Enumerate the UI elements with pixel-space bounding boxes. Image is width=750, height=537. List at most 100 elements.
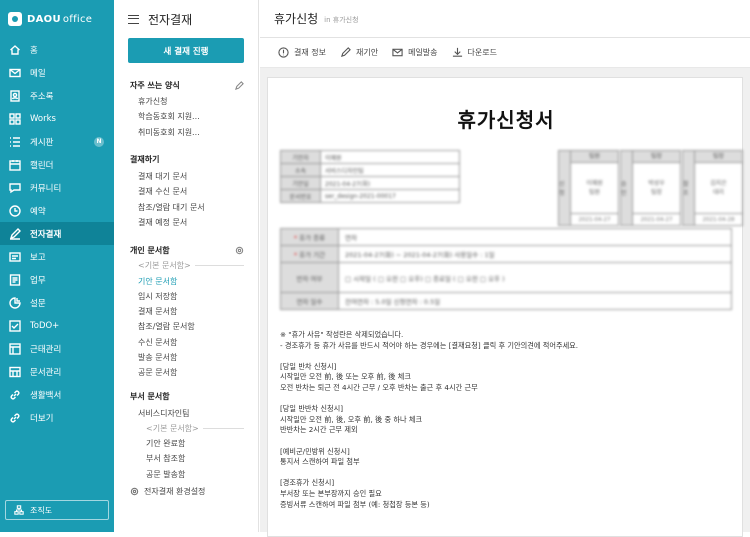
nav-item[interactable]: 캘린더 xyxy=(0,153,114,176)
personal-item-active[interactable]: 기안 문서함 xyxy=(114,273,258,288)
note-line: 오전 반차는 퇴근 전 4시간 근무 / 오후 반차는 출근 후 4시간 근무 xyxy=(280,382,478,392)
edit-icon[interactable] xyxy=(235,80,244,90)
personal-item[interactable]: 임시 저장함 xyxy=(114,289,258,304)
nav-item[interactable]: 메일 xyxy=(0,61,114,84)
note-line: 시작일만 오전 前, 後 또는 오후 前, 後 체크 xyxy=(280,372,411,382)
approval-col-date: 2021-04-27 xyxy=(571,213,618,225)
dept-item[interactable]: 부서 참조함 xyxy=(114,451,258,466)
toolbar-label: 결재 정보 xyxy=(294,48,326,57)
approval-settings-link[interactable]: 전자결재 환경설정 xyxy=(114,484,258,499)
personal-subheader: <기본 문서함> xyxy=(114,258,258,273)
nav-item[interactable]: 커뮤니티 xyxy=(0,176,114,199)
nav-item[interactable]: Works xyxy=(0,107,114,130)
form-label-text: 휴가 기간 xyxy=(299,251,326,259)
approval-item[interactable]: 결재 예정 문서 xyxy=(114,215,258,230)
approval-item[interactable]: 결재 수신 문서 xyxy=(114,184,258,199)
gear-icon[interactable] xyxy=(235,246,244,255)
nav-item[interactable]: 문서관리 xyxy=(0,360,114,383)
redraft-button[interactable]: 재기안 xyxy=(340,47,378,58)
report-icon xyxy=(9,251,21,263)
approval-item[interactable]: 결재 대기 문서 xyxy=(114,169,258,184)
home-icon xyxy=(9,44,21,56)
personal-title-text: 개인 문서함 xyxy=(130,245,170,255)
nav-item[interactable]: 예약 xyxy=(0,199,114,222)
org-chart-button[interactable]: 조직도 xyxy=(5,500,109,520)
personal-item[interactable]: 공문 문서함 xyxy=(114,365,258,380)
document-viewport[interactable]: 휴가신청서 기안자 이혜원 소속 서비스디자인팀 기안일 2021-04-27(화) … xyxy=(260,68,750,537)
info-label: 기안자 xyxy=(280,150,321,164)
note-line: 부서장 또는 본부장까지 승인 필요 xyxy=(280,488,382,498)
form-value: 2021-04-27(화) ~ 2021-04-27(화) 사용일수 : 1일 xyxy=(338,245,732,263)
form-value: □ 시작일 ( □ 오전 □ 오후) □ 종료일 ( □ 오전 □ 오후 ) xyxy=(338,262,732,293)
table-row: 기안자 이혜원 xyxy=(280,150,460,164)
grid-icon xyxy=(9,112,21,125)
personal-item[interactable]: 결재 문서함 xyxy=(114,304,258,319)
dept-item[interactable]: 공문 발송함 xyxy=(114,467,258,482)
document-page: 휴가신청서 기안자 이혜원 소속 서비스디자인팀 기안일 2021-04-27(화) … xyxy=(267,77,743,537)
info-label: 문서번호 xyxy=(280,189,321,203)
note-line: [당일 반차 신청시] xyxy=(280,361,337,371)
approval-col-name: 박성우 팀장 xyxy=(648,180,665,196)
nav-item-label: ToDO+ xyxy=(30,320,60,331)
note-line: 증빙서류 스캔하여 파일 첨부 (예: 청첩장 등본 등) xyxy=(280,499,430,509)
mail-send-icon xyxy=(392,48,403,57)
logo-text-light: office xyxy=(62,13,93,25)
table-row: 문서번호 ser_design-2021-00017 xyxy=(280,189,460,203)
note-line xyxy=(280,436,732,447)
personal-item[interactable]: 수신 문서함 xyxy=(114,335,258,350)
toolbar-label: 재기안 xyxy=(355,48,379,57)
menu-icon[interactable] xyxy=(128,14,139,24)
nav-item-label: Works xyxy=(30,113,56,124)
nav-item-label: 설문 xyxy=(30,298,46,309)
document-title: 휴가신청서 xyxy=(457,108,555,132)
nav-item[interactable]: ToDO+ xyxy=(0,314,114,337)
note-line: [당일 반반차 신청시] xyxy=(280,404,344,414)
personal-item[interactable]: 참조/열람 문서함 xyxy=(114,319,258,334)
vacation-form-table: * 휴가 종류 연차 * 휴가 기간 2021-04-27(화) ~ 2021-04-2… xyxy=(280,228,732,310)
table-row: 반차 여부 □ 시작일 ( □ 오전 □ 오후) □ 종료일 ( □ 오전 □ 오… xyxy=(280,262,732,293)
survey-icon xyxy=(9,296,21,309)
nav-item[interactable]: 전자결재 xyxy=(0,222,114,245)
approval-sidebar: 전자결재 새 결재 진행 자주 쓰는 양식 휴가신청 학습동호회 지원... 취… xyxy=(114,0,259,532)
brand-logo[interactable]: DAOU office xyxy=(0,0,114,38)
download-icon xyxy=(452,47,462,57)
dept-item[interactable]: 기안 완료함 xyxy=(114,436,258,451)
download-button[interactable]: 다운로드 xyxy=(452,47,497,58)
approval-col-name: 이혜원 팀원 xyxy=(586,180,603,196)
info-label: 소속 xyxy=(280,163,321,177)
mail-send-button[interactable]: 메일발송 xyxy=(392,47,438,58)
personal-item[interactable]: 발송 문서함 xyxy=(114,350,258,365)
personal-group-title: 개인 문서함 xyxy=(114,244,258,256)
note-line: - 경조휴가 등 휴가 사유를 반드시 적어야 하는 경우에는 [결재요청] 클… xyxy=(280,340,579,350)
dept-name[interactable]: 서비스디자인팀 xyxy=(114,405,258,420)
info-value: ser_design-2021-00017 xyxy=(320,189,460,203)
new-approval-button[interactable]: 새 결재 진행 xyxy=(128,38,244,63)
calendar-icon xyxy=(9,159,21,171)
note-line: ※ "휴가 사유" 작성란은 삭제되었습니다. xyxy=(280,330,404,339)
nav-list: 홈 메일주소록 Works 게시판 N 캘린더 커뮤니티 예약 전자결재 보고 업무설문 ToDO+ 근… xyxy=(0,38,114,429)
form-label: 반차 여부 xyxy=(280,262,339,293)
nav-item[interactable]: 설문 xyxy=(0,291,114,314)
favorites-title: 자주 쓰는 양식 xyxy=(114,79,258,91)
todo-icon xyxy=(9,319,21,332)
approval-info-button[interactable]: 결재 정보 xyxy=(278,47,326,58)
table-row: * 휴가 기간 2021-04-27(화) ~ 2021-04-27(화) 사용일수… xyxy=(280,245,732,263)
nav-item[interactable]: 생활백서 xyxy=(0,383,114,406)
nav-item[interactable]: 게시판 N xyxy=(0,130,114,153)
nav-item[interactable]: 더보기 xyxy=(0,406,114,429)
dept-subheader: <기본 문서함> xyxy=(114,421,258,436)
table-row: 연차 일수 잔여연차 : 5.0일 신청연차 : 0.5일 xyxy=(280,292,732,310)
info-label: 기안일 xyxy=(280,176,321,190)
note-line xyxy=(280,394,732,405)
nav-item[interactable]: 근태관리 xyxy=(0,337,114,360)
favorite-item[interactable]: 휴가신청 xyxy=(114,94,258,109)
task-icon xyxy=(9,273,21,286)
nav-item[interactable]: 주소록 xyxy=(0,84,114,107)
nav-item[interactable]: 홈 xyxy=(0,38,114,61)
favorite-item[interactable]: 학습동호회 지원... xyxy=(114,109,258,124)
approval-item[interactable]: 참조/열람 대기 문서 xyxy=(114,199,258,214)
nav-item-label: 주소록 xyxy=(30,91,54,102)
favorite-item[interactable]: 취미동호회 지원... xyxy=(114,125,258,140)
nav-item[interactable]: 보고 xyxy=(0,245,114,268)
nav-item[interactable]: 업무 xyxy=(0,268,114,291)
